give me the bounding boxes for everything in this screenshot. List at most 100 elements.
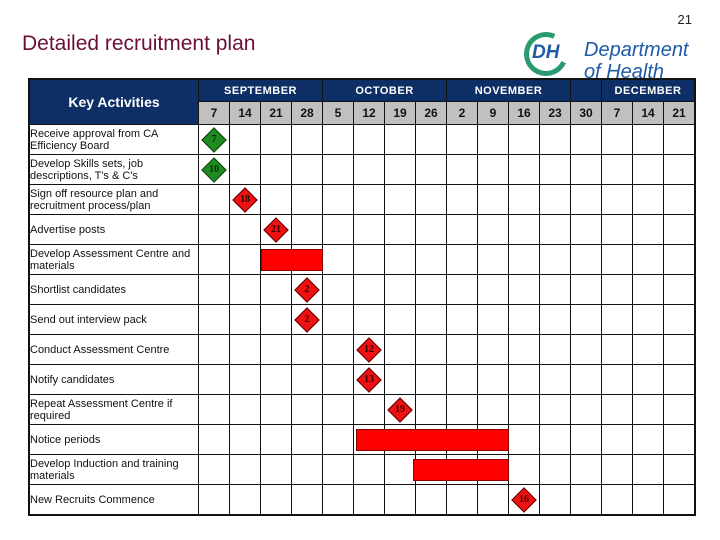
week-cell	[632, 304, 664, 335]
week-header: 21	[260, 101, 292, 125]
week-cell	[260, 274, 292, 305]
week-cell	[570, 274, 602, 305]
week-cell	[539, 214, 571, 245]
week-header: 7	[601, 101, 633, 125]
week-cell	[539, 364, 571, 395]
week-cell	[446, 484, 478, 516]
week-cell	[663, 334, 696, 365]
week-cell	[353, 304, 385, 335]
week-cell	[663, 484, 696, 516]
activity-row: Notice periods	[28, 424, 696, 455]
week-cell	[446, 274, 478, 305]
month-header-row: Key Activities SEPTEMBER OCTOBER NOVEMBER D…	[28, 78, 696, 125]
week-cell	[229, 154, 261, 185]
week-cell	[601, 124, 633, 155]
week-cell	[477, 364, 509, 395]
activity-duration-bar	[261, 249, 323, 271]
logo-initials: DH	[532, 42, 560, 63]
week-cell	[291, 454, 323, 485]
week-cell	[229, 124, 261, 155]
week-cell	[353, 424, 509, 455]
activity-row: Shortlist candidates 2	[28, 274, 696, 305]
activity-label: Notice periods	[28, 424, 199, 455]
week-cell	[663, 454, 696, 485]
week-cell	[508, 124, 540, 155]
week-cell	[384, 184, 416, 215]
week-cell	[632, 454, 664, 485]
activity-row: Develop Skills sets, job descriptions, T…	[28, 154, 696, 185]
month-header: OCTOBER	[322, 78, 447, 102]
week-cell	[508, 184, 540, 215]
activity-label: New Recruits Commence	[28, 484, 199, 516]
week-cell	[446, 154, 478, 185]
week-cell	[663, 364, 696, 395]
week-cell: 13	[353, 364, 385, 395]
week-cell	[353, 214, 385, 245]
week-cell	[539, 244, 571, 275]
week-cell: 16	[508, 484, 540, 516]
week-cell	[632, 484, 664, 516]
activity-row: Receive approval from CA Efficiency Boar…	[28, 124, 696, 155]
week-cell	[601, 394, 633, 425]
week-cell	[415, 484, 447, 516]
week-cell	[229, 334, 261, 365]
week-header: 9	[477, 101, 509, 125]
milestone-day-label: 2	[304, 313, 310, 325]
week-cell	[229, 274, 261, 305]
week-cell	[477, 484, 509, 516]
week-cell	[229, 304, 261, 335]
week-cell	[384, 364, 416, 395]
week-cell	[601, 454, 633, 485]
week-cell: 7	[198, 124, 230, 155]
week-cell	[632, 424, 664, 455]
milestone-day-label: 16	[519, 493, 529, 505]
week-cell	[632, 214, 664, 245]
activity-row: Sign off resource plan and recruitment p…	[28, 184, 696, 215]
week-cell	[539, 334, 571, 365]
week-cell	[229, 214, 261, 245]
week-cell	[570, 304, 602, 335]
week-cell	[260, 484, 292, 516]
week-header: 16	[508, 101, 540, 125]
week-cell	[570, 424, 602, 455]
week-header: 12	[353, 101, 385, 125]
week-cell	[508, 244, 540, 275]
week-cell	[477, 184, 509, 215]
week-cell	[539, 304, 571, 335]
week-cell	[260, 154, 292, 185]
week-cell: 18	[229, 184, 261, 215]
week-cell	[601, 244, 633, 275]
week-cell	[322, 244, 354, 275]
week-cell	[539, 484, 571, 516]
week-cell	[260, 304, 292, 335]
week-cell	[198, 304, 230, 335]
week-cell	[322, 214, 354, 245]
week-cell	[663, 184, 696, 215]
week-cell: 12	[353, 334, 385, 365]
week-cell	[291, 484, 323, 516]
week-cell	[601, 334, 633, 365]
milestone-day-label: 2	[304, 283, 310, 295]
week-cell	[570, 184, 602, 215]
milestone-day-label: 7	[211, 133, 217, 145]
week-cell	[229, 484, 261, 516]
week-cell	[663, 124, 696, 155]
week-cell	[198, 454, 230, 485]
milestone-day-label: 12	[364, 343, 374, 355]
recruitment-gantt-table: Key Activities SEPTEMBER OCTOBER NOVEMBER D…	[28, 78, 696, 516]
activity-row: Send out interview pack 2	[28, 304, 696, 335]
week-cell	[229, 424, 261, 455]
week-cell	[322, 304, 354, 335]
week-cell	[353, 394, 385, 425]
activity-label: Develop Induction and training materials	[28, 454, 199, 485]
logo-line1: Department	[584, 39, 689, 61]
week-header: 23	[539, 101, 571, 125]
week-cell	[384, 484, 416, 516]
week-cell	[632, 154, 664, 185]
week-cell	[198, 184, 230, 215]
week-cell: 21	[260, 214, 292, 245]
week-header: 30	[570, 101, 602, 125]
week-cell	[601, 274, 633, 305]
week-cell	[632, 334, 664, 365]
week-cell	[601, 214, 633, 245]
